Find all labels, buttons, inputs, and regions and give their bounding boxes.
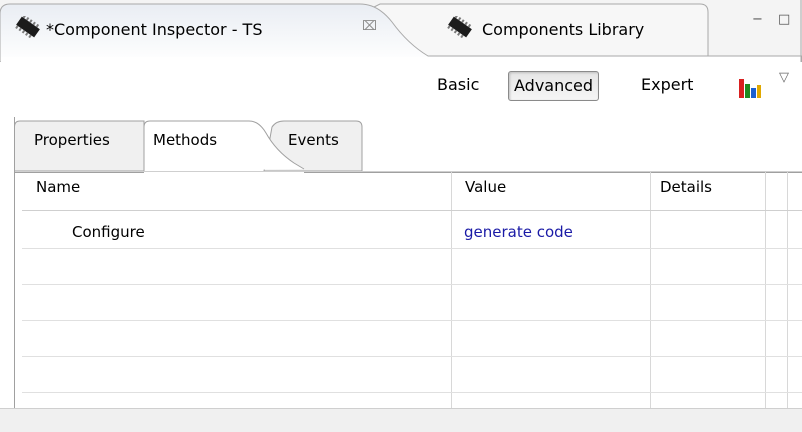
tab-label: Components Library [482,20,645,39]
column-divider [451,172,452,411]
row-divider [22,248,802,249]
minimize-icon[interactable]: − [752,12,763,27]
view-tab-strip: *Component Inspector - TS ⌧ Components L… [0,0,802,62]
column-divider [650,172,651,411]
maximize-icon[interactable]: □ [778,12,790,27]
tab-label: *Component Inspector - TS [46,20,263,39]
column-divider [765,172,766,411]
column-header-value[interactable]: Value [465,178,506,196]
view-menu-icon[interactable]: ▽ [779,70,789,85]
subtab-shapes [14,117,802,173]
methods-table: Name Value Details Configure generate co… [22,171,802,411]
row-divider [22,392,802,393]
close-tab-icon[interactable]: ⌧ [362,19,377,34]
chip-icon [15,16,40,38]
chip-icon [447,16,472,38]
column-divider [787,172,788,411]
row-divider [22,320,802,321]
bar-chart-icon[interactable] [738,75,762,99]
row-divider [22,356,802,357]
method-name: Configure [72,223,145,241]
mode-basic-button[interactable]: Basic [432,71,484,99]
row-divider [22,284,802,285]
mode-toolbar: Basic Advanced Expert ▽ [0,62,802,116]
column-header-name[interactable]: Name [36,178,80,196]
subtab-properties[interactable]: Properties [34,131,110,149]
header-divider [22,210,802,211]
panel-bottom-edge [0,408,802,432]
mode-advanced-button[interactable]: Advanced [508,71,600,101]
subtab-methods[interactable]: Methods [153,131,217,149]
method-value-link[interactable]: generate code [464,223,573,241]
subtab-events[interactable]: Events [288,131,339,149]
column-header-details[interactable]: Details [660,178,712,196]
mode-expert-button[interactable]: Expert [636,71,698,99]
